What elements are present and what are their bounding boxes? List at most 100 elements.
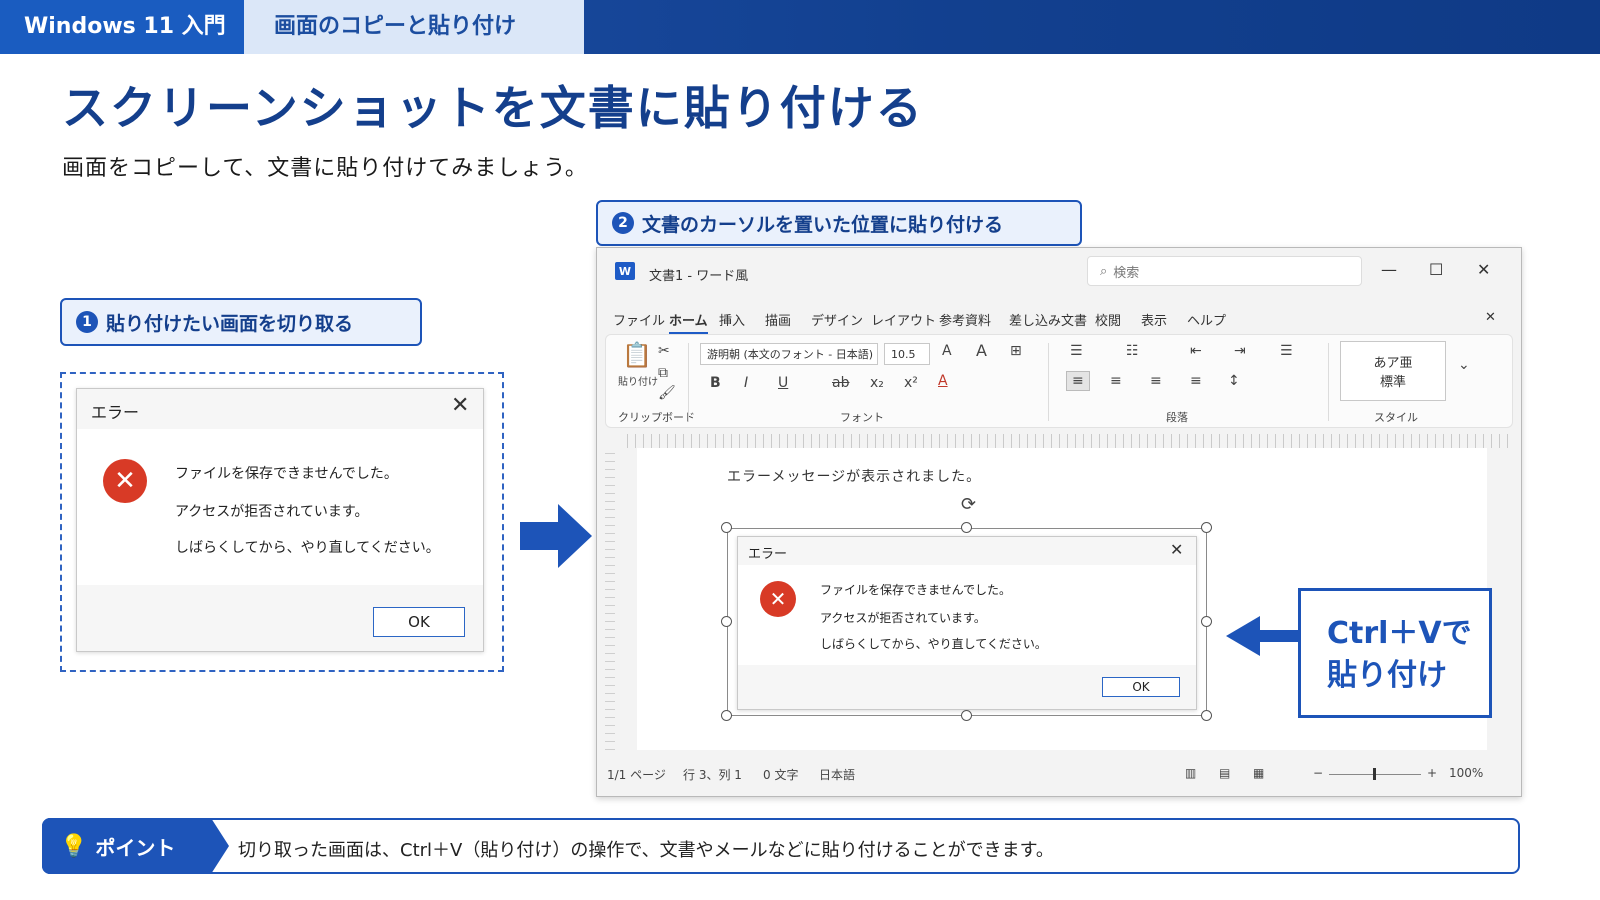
point-text: 切り取った画面は、Ctrl＋V（貼り付け）の操作で、文書やメールなどに貼り付ける… — [238, 840, 1054, 861]
error-line-1: ファイルを保存できませんでした。 — [175, 466, 398, 482]
menu-file[interactable]: ファイル — [613, 310, 665, 329]
zoom-out-icon[interactable]: − — [1313, 766, 1323, 780]
phonetic-icon[interactable]: ⊞ — [1010, 343, 1022, 359]
word-logo-icon: W — [615, 262, 635, 280]
resize-handle[interactable] — [1201, 522, 1212, 533]
pasted-dialog-title: エラー — [748, 547, 788, 562]
paste-icon[interactable]: 📋 — [622, 341, 652, 369]
paragraph-group-label: 段落 — [1166, 411, 1188, 424]
pasted-error-dialog: エラー ✕ ✕ ファイルを保存できませんでした。 アクセスが拒否されています。 … — [737, 536, 1197, 710]
cut-icon[interactable]: ✂ — [658, 343, 670, 359]
error-line-3: しばらくしてから、やり直してください。 — [175, 540, 440, 556]
search-input[interactable]: ⌕ 検索 — [1087, 256, 1362, 286]
outdent-icon[interactable]: ⇤ — [1190, 343, 1202, 359]
style-normal[interactable]: あア亜 標準 — [1340, 341, 1446, 401]
align-center-icon[interactable]: ≡ — [1110, 373, 1122, 389]
zoom-slider-thumb[interactable] — [1373, 768, 1376, 780]
menu-layout[interactable]: レイアウト — [871, 310, 936, 329]
resize-handle[interactable] — [1201, 710, 1212, 721]
step1-label: 1 貼り付けたい画面を切り取る — [60, 298, 422, 346]
resize-handle[interactable] — [721, 710, 732, 721]
error-dialog: エラー ✕ ✕ ファイルを保存できませんでした。 アクセスが拒否されています。 … — [76, 388, 484, 652]
strikethrough-icon[interactable]: ab — [832, 375, 849, 391]
callout-line-2: 貼り付け — [1327, 658, 1447, 693]
font-group-label: フォント — [840, 411, 884, 424]
font-name-select[interactable]: 游明朝 (本文のフォント - 日本語) — [700, 343, 878, 365]
search-icon: ⌕ — [1100, 263, 1108, 279]
resize-handle[interactable] — [721, 522, 732, 533]
print-layout-icon[interactable]: ▤ — [1219, 766, 1230, 780]
italic-icon[interactable]: I — [744, 375, 748, 391]
maximize-icon[interactable]: ☐ — [1429, 260, 1443, 279]
error-icon: ✕ — [103, 459, 147, 503]
justify-icon[interactable]: ≡ — [1190, 373, 1202, 389]
align-right-icon[interactable]: ≡ — [1150, 373, 1162, 389]
point-tag-tip — [211, 818, 229, 874]
paste-label[interactable]: 貼り付け — [618, 373, 658, 388]
page-title: スクリーンショットを文書に貼り付ける — [62, 81, 924, 135]
status-language[interactable]: 日本語 — [819, 766, 855, 783]
page-subtitle: 画面をコピーして、文書に貼り付けてみましょう。 — [62, 156, 588, 181]
pasted-line-3: しばらくしてから、やり直してください。 — [820, 637, 1047, 651]
step2-text: 文書のカーソルを置いた位置に貼り付ける — [642, 213, 1004, 236]
rotate-handle-icon[interactable]: ⟳ — [961, 494, 976, 515]
zoom-level[interactable]: 100% — [1449, 766, 1483, 780]
resize-handle[interactable] — [1201, 616, 1212, 627]
menu-view[interactable]: 表示 — [1141, 310, 1167, 329]
step2-number: 2 — [612, 212, 634, 234]
zoom-in-icon[interactable]: + — [1427, 766, 1437, 780]
bold-icon[interactable]: B — [710, 375, 721, 391]
copy-icon[interactable]: ⧉ — [658, 365, 668, 381]
menu-review[interactable]: 校閲 — [1095, 310, 1121, 329]
pasted-line-1: ファイルを保存できませんでした。 — [820, 583, 1012, 597]
read-mode-icon[interactable]: ▥ — [1185, 766, 1196, 780]
web-layout-icon[interactable]: ▦ — [1253, 766, 1264, 780]
error-line-2: アクセスが拒否されています。 — [175, 504, 369, 520]
chevron-down-icon[interactable]: ⌄ — [1458, 357, 1470, 373]
resize-handle[interactable] — [961, 522, 972, 533]
close-icon[interactable]: ✕ — [451, 393, 469, 418]
right-arrow-icon — [520, 522, 560, 550]
menu-draw[interactable]: 描画 — [765, 310, 791, 329]
left-arrow-body — [1258, 630, 1298, 642]
font-size-select[interactable]: 10.5 — [884, 343, 930, 365]
underline-icon[interactable]: U — [778, 375, 788, 391]
menu-mailings[interactable]: 差し込み文書 — [1009, 310, 1087, 329]
topic-tag: 画面のコピーと貼り付け — [244, 0, 584, 54]
format-painter-icon[interactable]: 🖌 — [658, 385, 676, 401]
superscript-icon[interactable]: x² — [904, 375, 918, 391]
align-left-icon[interactable]: ≡ — [1066, 371, 1090, 391]
ribbon-collapse-icon[interactable]: ✕ — [1485, 310, 1496, 325]
ok-button[interactable]: OK — [373, 607, 465, 637]
indent-icon[interactable]: ⇥ — [1234, 343, 1246, 359]
menu-insert[interactable]: 挿入 — [719, 310, 745, 329]
font-color-icon[interactable]: A — [938, 373, 948, 389]
bullets-icon[interactable]: ☰ — [1070, 343, 1083, 359]
numbering-icon[interactable]: ☷ — [1126, 343, 1139, 359]
menu-help[interactable]: ヘルプ — [1187, 310, 1226, 329]
line-spacing-icon[interactable]: ↕ — [1228, 373, 1240, 389]
style-name: 標準 — [1379, 375, 1406, 390]
pasted-ok-button: OK — [1102, 677, 1180, 697]
series-tag: Windows 11 入門 — [0, 0, 244, 54]
minimize-icon[interactable]: — — [1381, 260, 1397, 279]
status-position: 行 3、列 1 — [683, 768, 742, 782]
font-grow-icon[interactable]: A — [942, 343, 952, 359]
menu-home[interactable]: ホーム — [669, 310, 708, 334]
subscript-icon[interactable]: x₂ — [870, 375, 884, 391]
resize-handle[interactable] — [961, 710, 972, 721]
resize-handle[interactable] — [721, 616, 732, 627]
clipboard-group-label: クリップボード — [618, 411, 695, 424]
pasted-error-icon: ✕ — [760, 581, 796, 617]
status-words[interactable]: 0 文字 — [763, 766, 798, 783]
style-preview: あア亜 — [1373, 356, 1413, 371]
ribbon-separator — [688, 343, 689, 421]
font-shrink-icon[interactable]: A — [976, 341, 987, 360]
close-window-icon[interactable]: ✕ — [1477, 260, 1490, 279]
search-placeholder: 検索 — [1113, 265, 1140, 281]
menu-references[interactable]: 参考資料 — [939, 310, 991, 329]
step1-text: 貼り付けたい画面を切り取る — [106, 312, 354, 335]
status-page[interactable]: 1/1 ページ — [607, 766, 666, 783]
menu-design[interactable]: デザイン — [811, 310, 863, 329]
sort-icon[interactable]: ☰ — [1280, 343, 1293, 359]
